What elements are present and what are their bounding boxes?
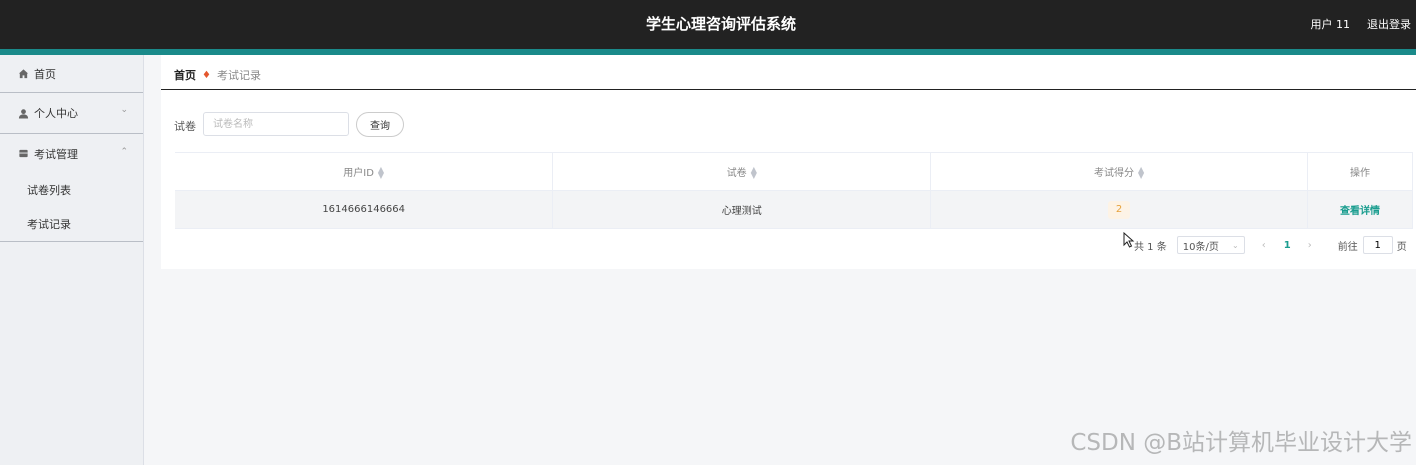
sidebar-item-label: 个人中心 xyxy=(34,107,78,120)
page-size-select[interactable]: 10条/页 ⌄ xyxy=(1176,236,1245,254)
home-icon xyxy=(17,68,29,80)
sidebar-item-exam-management[interactable]: 考试管理 ⌃ xyxy=(0,134,143,173)
breadcrumb-home[interactable]: 首页 xyxy=(174,67,196,83)
column-header-score[interactable]: 考试得分 ▲ ▼ xyxy=(930,152,1309,191)
paper-name-search-input[interactable] xyxy=(203,112,349,136)
sidebar-subitem-paper-list[interactable]: 试卷列表 xyxy=(0,173,143,207)
cell-user-id: 1614666146664 xyxy=(175,190,554,229)
page-size-value: 10条/页 xyxy=(1182,241,1219,253)
goto-label: 前往 xyxy=(1337,241,1358,253)
prev-page-icon[interactable]: ‹ xyxy=(1262,240,1266,251)
page-number-current[interactable]: 1 xyxy=(1284,240,1291,251)
mouse-cursor-icon xyxy=(1123,231,1135,251)
cell-score: 2 xyxy=(930,190,1309,229)
breadcrumb-divider xyxy=(161,89,1416,90)
sort-icon[interactable]: ▲ ▼ xyxy=(751,166,757,180)
sidebar-item-personal-center[interactable]: 个人中心 ⌄ xyxy=(0,93,143,133)
chevron-down-icon: ⌄ xyxy=(120,105,128,115)
top-bar: 学生心理咨询评估系统 用户 11 退出登录 xyxy=(0,0,1416,49)
watermark: CSDN @B站计算机毕业设计大学 xyxy=(1070,430,1412,456)
column-header-action: 操作 xyxy=(1307,152,1413,191)
table-row: 1614666146664 心理测试 2 查看详情 xyxy=(175,190,1413,229)
sort-icon[interactable]: ▲ ▼ xyxy=(378,166,384,180)
breadcrumb-separator-icon: ♦ xyxy=(202,69,211,81)
table-header-row: 用户ID ▲ ▼ 试卷 ▲ ▼ 考试得分 ▲ ▼ 操作 xyxy=(175,152,1413,191)
breadcrumb-current: 考试记录 xyxy=(216,69,261,82)
sidebar-divider xyxy=(0,241,143,242)
exam-records-table: 用户ID ▲ ▼ 试卷 ▲ ▼ 考试得分 ▲ ▼ 操作 1614666146664 心理测试… xyxy=(175,152,1413,229)
score-badge: 2 xyxy=(1108,200,1131,219)
sidebar-item-label: 首页 xyxy=(34,67,56,81)
column-header-label: 考试得分 xyxy=(1094,168,1135,179)
search-button[interactable]: 查询 xyxy=(356,112,404,137)
page-unit-label: 页 xyxy=(1396,241,1407,253)
next-page-icon[interactable]: › xyxy=(1308,240,1312,251)
sidebar-item-home[interactable]: 首页 xyxy=(0,55,143,92)
sidebar-item-label: 考试管理 xyxy=(34,147,78,161)
exam-icon xyxy=(17,148,29,160)
cell-action: 查看详情 xyxy=(1307,190,1413,229)
current-user-label: 用户 11 xyxy=(1310,18,1351,31)
breadcrumb: 首页 ♦ 考试记录 xyxy=(174,67,261,83)
chevron-down-icon: ⌄ xyxy=(1232,240,1239,250)
sort-icon[interactable]: ▲ ▼ xyxy=(1138,166,1144,180)
pagination-total: 共 1 条 xyxy=(1134,241,1167,253)
search-label: 试卷 xyxy=(174,120,196,133)
user-icon xyxy=(17,107,29,119)
column-header-user-id[interactable]: 用户ID ▲ ▼ xyxy=(175,152,554,191)
pagination: 共 1 条 10条/页 ⌄ ‹ 1 › 前往 页 xyxy=(1134,236,1407,254)
app-title: 学生心理咨询评估系统 xyxy=(645,15,796,33)
logout-button[interactable]: 退出登录 xyxy=(1367,16,1411,32)
view-details-button[interactable]: 查看详情 xyxy=(1340,206,1380,217)
sidebar: 首页 个人中心 ⌄ 考试管理 ⌃ 试卷列表 考试记录 xyxy=(0,55,144,465)
column-header-label: 操作 xyxy=(1350,168,1370,179)
chevron-up-icon: ⌃ xyxy=(120,147,128,157)
goto-page-input[interactable] xyxy=(1362,236,1393,254)
main-content: 首页 ♦ 考试记录 试卷 查询 用户ID▲▼ 试卷▲▼ 考试得分▲▼ 操作 16… xyxy=(161,55,1416,269)
column-header-label: 试卷 xyxy=(726,168,747,179)
cell-paper: 心理测试 xyxy=(552,190,932,229)
column-header-paper[interactable]: 试卷 ▲ ▼ xyxy=(552,152,932,191)
sidebar-subitem-exam-records[interactable]: 考试记录 xyxy=(0,207,143,241)
column-header-label: 用户ID xyxy=(343,168,374,179)
